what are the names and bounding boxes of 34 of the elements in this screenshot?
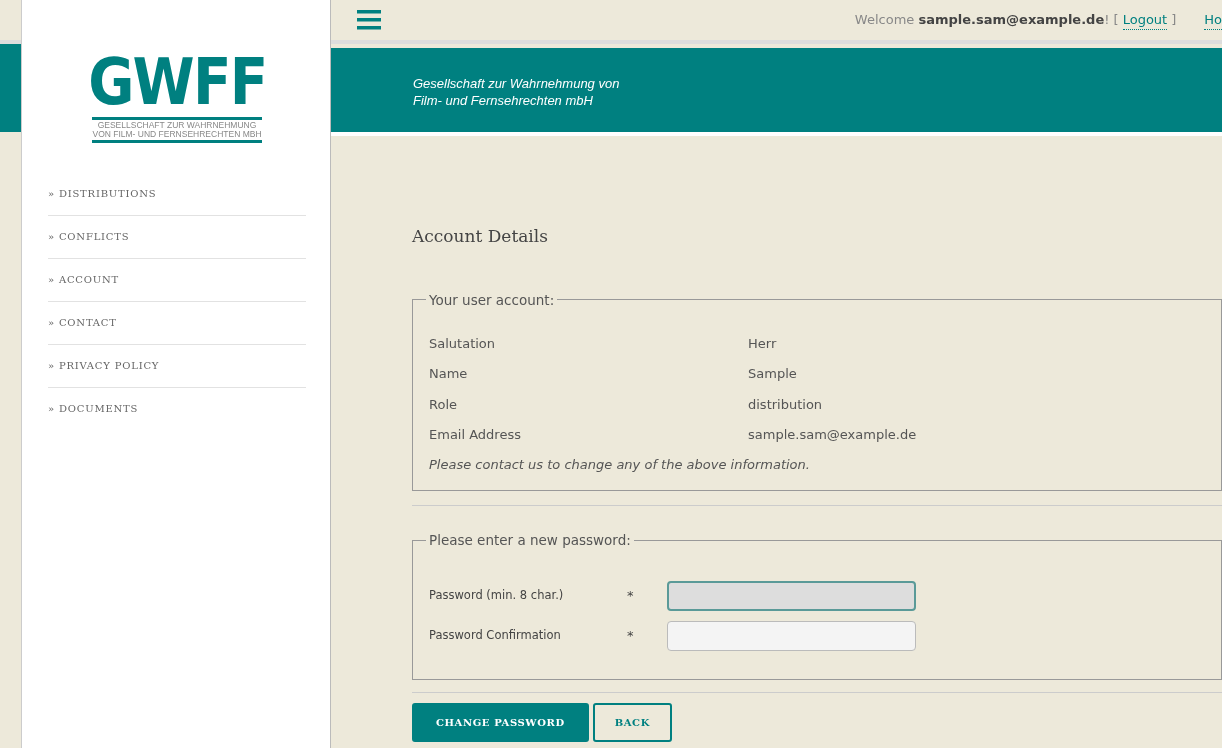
- required-mark: *: [627, 626, 635, 645]
- logo-text: GWFF: [87, 52, 267, 113]
- logo-subtitle: GESELLSCHAFT ZUR WAHRNEHMUNG: [96, 120, 258, 130]
- logout-link[interactable]: Logout: [1122, 9, 1168, 31]
- nav-link[interactable]: Ho: [1204, 9, 1222, 31]
- field-label: Password Confirmation: [429, 626, 562, 644]
- sidebar-item[interactable]: » CONTACT: [48, 301, 306, 345]
- password-field[interactable]: [667, 620, 916, 651]
- sidebar-item[interactable]: » DOCUMENTS: [48, 387, 306, 430]
- sidebar-item[interactable]: » DISTRIBUTIONS: [48, 172, 306, 216]
- change-password-button[interactable]: CHANGE PASSWORD: [412, 702, 589, 742]
- field-value: Herr: [748, 334, 778, 353]
- info-note: Please contact us to change any of the above information.: [429, 455, 811, 474]
- field-label: Password (min. 8 char.): [429, 586, 565, 604]
- field-value: Sample: [748, 365, 798, 384]
- welcome-text: Welcome sample.sam@example.de! [: [854, 10, 1119, 29]
- back-button[interactable]: BACK: [592, 702, 672, 742]
- field-value: distribution: [748, 395, 824, 414]
- field-label: Salutation: [429, 334, 497, 353]
- sidebar-item[interactable]: » CONFLICTS: [48, 215, 306, 259]
- sidebar-item[interactable]: » PRIVACY POLICY: [48, 344, 306, 388]
- password-field[interactable]: [667, 580, 916, 611]
- field-label: Email Address: [429, 426, 522, 445]
- logo-subtitle: VON FILM- UND FERNSEHRECHTEN MBH: [92, 129, 262, 139]
- page-title: Account Details: [412, 225, 549, 248]
- field-value: sample.sam@example.de: [748, 426, 918, 445]
- field-label: Role: [429, 395, 458, 414]
- banner-text: Film- und Fernsehrechten mbH: [413, 92, 594, 110]
- required-mark: *: [627, 586, 635, 605]
- field-label: Name: [429, 365, 469, 384]
- sidebar-item[interactable]: » ACCOUNT: [48, 258, 306, 302]
- banner-text: Gesellschaft zur Wahrnehmung von: [413, 76, 621, 93]
- bracket-text: ]: [1171, 10, 1177, 29]
- menu-icon[interactable]: [357, 10, 381, 30]
